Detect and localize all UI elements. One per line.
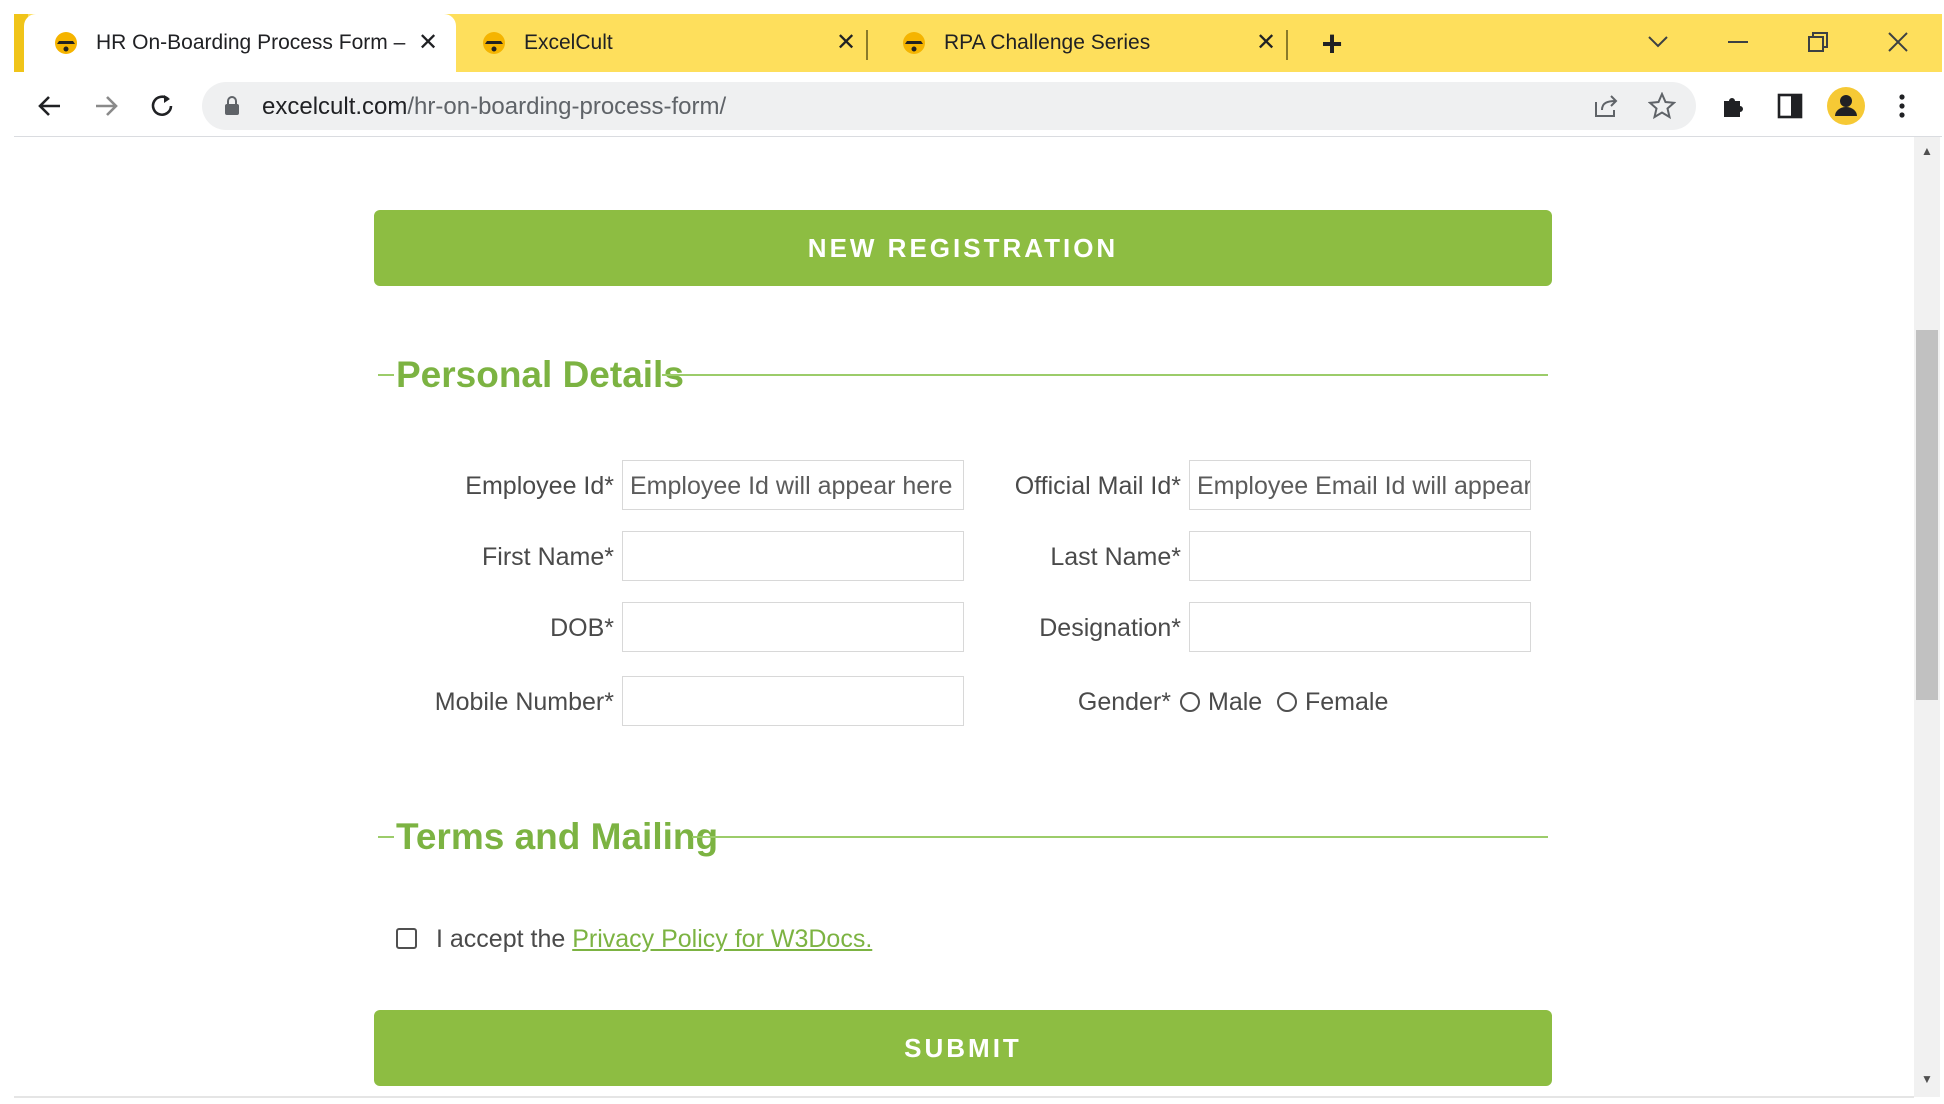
accept-terms-text: I accept the Privacy Policy for W3Docs.: [436, 925, 872, 954]
first-name-label: First Name*: [482, 543, 614, 571]
employee-id-label: Employee Id*: [465, 472, 614, 500]
forward-arrow-icon[interactable]: [86, 86, 126, 126]
close-window-icon[interactable]: [1878, 24, 1918, 60]
designation-label: Designation*: [1039, 614, 1181, 642]
tab-title: HR On-Boarding Process Form –: [96, 31, 406, 54]
url-path: /hr-on-boarding-process-form/: [407, 93, 727, 120]
new-tab-button[interactable]: +: [1312, 24, 1352, 64]
back-arrow-icon[interactable]: [30, 86, 70, 126]
section-rule: [692, 836, 1548, 838]
scroll-down-arrow-icon[interactable]: ▼: [1918, 1070, 1936, 1088]
designation-input[interactable]: [1189, 602, 1531, 652]
scrollbar-thumb[interactable]: [1916, 330, 1938, 700]
address-bar[interactable]: excelcult.com/hr-on-boarding-process-for…: [202, 82, 1696, 130]
tab-search-chevron-icon[interactable]: [1638, 24, 1678, 60]
lock-icon: [224, 96, 240, 121]
share-icon[interactable]: [1592, 92, 1620, 125]
bookmark-star-icon[interactable]: [1647, 91, 1677, 125]
last-name-input[interactable]: [1189, 531, 1531, 581]
side-panel-icon[interactable]: [1770, 86, 1810, 126]
excelcult-favicon-icon: [54, 31, 78, 55]
excelcult-favicon-icon: [482, 31, 506, 55]
tab-separator: [866, 30, 868, 60]
mobile-number-input[interactable]: [622, 676, 964, 726]
section-rule: [662, 374, 1548, 376]
first-name-input[interactable]: [622, 531, 964, 581]
scroll-up-arrow-icon[interactable]: ▲: [1918, 142, 1936, 160]
section-rule: [378, 836, 394, 838]
url-host: excelcult.com: [262, 93, 408, 120]
submit-button[interactable]: SUBMIT: [374, 1010, 1552, 1086]
close-tab-icon[interactable]: ✕: [416, 31, 440, 55]
official-mail-label: Official Mail Id*: [1014, 472, 1181, 500]
employee-id-input[interactable]: Employee Id will appear here: [622, 460, 964, 510]
accept-terms-checkbox[interactable]: [396, 928, 417, 949]
profile-avatar-icon[interactable]: [1826, 86, 1866, 126]
dob-input[interactable]: [622, 602, 964, 652]
tab-excelcult[interactable]: ExcelCult ✕: [454, 14, 874, 72]
personal-details-heading: Personal Details: [396, 354, 684, 395]
restore-icon[interactable]: [1798, 24, 1838, 60]
gender-label: Gender*: [1077, 688, 1171, 716]
excelcult-favicon-icon: [902, 31, 926, 55]
extensions-puzzle-icon[interactable]: [1714, 86, 1754, 126]
dob-label: DOB*: [550, 614, 614, 642]
toolbar-divider: [14, 136, 1942, 137]
tab-rpa-challenge[interactable]: RPA Challenge Series ✕: [874, 14, 1294, 72]
terms-heading: Terms and Mailing: [396, 816, 719, 857]
reload-icon[interactable]: [142, 86, 182, 126]
more-menu-icon[interactable]: [1882, 86, 1922, 126]
gender-female-label: Female: [1305, 688, 1389, 716]
tab-strip: HR On-Boarding Process Form – ✕ ExcelCul…: [14, 14, 1942, 72]
minimize-icon[interactable]: [1718, 24, 1758, 60]
page-bottom-divider: [14, 1096, 1914, 1098]
privacy-policy-link[interactable]: Privacy Policy for W3Docs.: [572, 925, 872, 953]
tab-title: ExcelCult: [524, 31, 613, 54]
tab-hr-onboarding[interactable]: HR On-Boarding Process Form – ✕: [24, 14, 456, 72]
close-tab-icon[interactable]: ✕: [1254, 31, 1278, 55]
gender-male-label: Male: [1208, 688, 1263, 716]
last-name-label: Last Name*: [1050, 543, 1181, 571]
gender-female-radio[interactable]: [1277, 692, 1297, 712]
accept-prefix: I accept the: [436, 925, 566, 953]
tab-title: RPA Challenge Series: [944, 31, 1151, 54]
section-rule: [378, 374, 394, 376]
close-tab-icon[interactable]: ✕: [834, 31, 858, 55]
url-text: excelcult.com/hr-on-boarding-process-for…: [262, 93, 726, 121]
browser-toolbar: excelcult.com/hr-on-boarding-process-for…: [0, 72, 1944, 138]
new-registration-button[interactable]: NEW REGISTRATION: [374, 210, 1552, 286]
official-mail-input[interactable]: Employee Email Id will appear: [1189, 460, 1531, 510]
tab-separator: [1286, 30, 1288, 60]
gender-male-radio[interactable]: [1180, 692, 1200, 712]
mobile-number-label: Mobile Number*: [434, 688, 614, 716]
